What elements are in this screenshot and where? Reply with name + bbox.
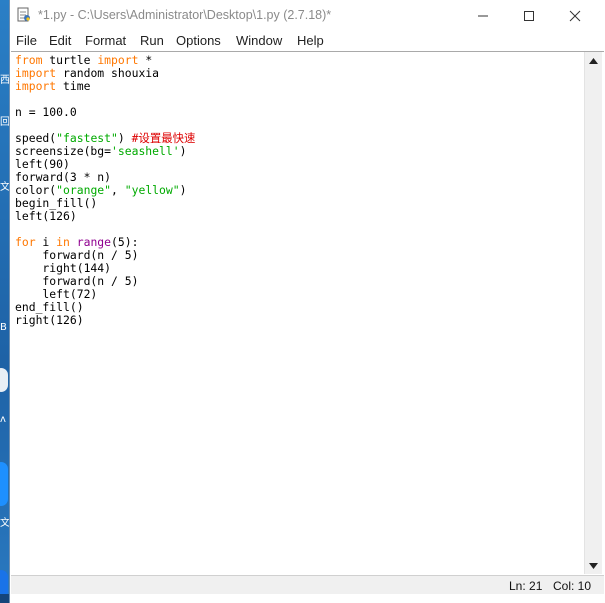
desktop-shortcut-icon[interactable] [0,462,8,506]
code-token: ) [179,183,187,197]
window-title: *1.py - C:\Users\Administrator\Desktop\1… [38,8,332,22]
code-token: import [15,79,57,93]
code-token: screensize(bg= [15,144,112,158]
vertical-scrollbar[interactable] [584,52,602,574]
desktop-icon-label: ʌ [0,414,6,425]
minimize-button[interactable] [460,0,506,31]
code-token: forward(n / 5) [15,274,139,288]
menu-edit[interactable]: Edit [49,33,71,48]
code-token: end_fill() [15,300,84,314]
line-number-indicator: Ln: 21 [509,579,543,593]
code-token: right(144) [15,261,112,275]
code-token: for [15,235,36,249]
menu-run[interactable]: Run [140,33,164,48]
code-token: in [56,235,70,249]
code-line: begin_fill() [15,197,583,210]
scroll-up-button[interactable] [585,52,602,69]
minimize-icon [478,15,488,16]
code-token: left(90) [15,157,70,171]
code-token: speed( [15,131,57,145]
arrow-down-icon [589,562,598,569]
code-token: import [15,66,57,80]
code-line: right(126) [15,314,583,327]
code-token: "fastest" [56,131,118,145]
code-token: begin_fill() [15,196,98,210]
code-token: "orange" [56,183,112,197]
code-line: n = 100.0 [15,106,583,119]
code-token: right(126) [15,313,84,327]
code-token: forward(n / 5) [15,248,139,262]
code-token: , [111,183,125,197]
editor-frame: from turtle import * import random shouxi… [11,51,604,575]
code-token: i [35,235,57,249]
code-line: color("orange", "yellow") [15,184,583,197]
close-button[interactable] [552,0,598,31]
code-line: import random shouxia [15,67,583,80]
code-line: end_fill() [15,301,583,314]
code-token: forward(3 * n) [15,170,112,184]
menu-format[interactable]: Format [85,33,126,48]
arrow-up-icon [589,57,598,64]
code-editor[interactable]: from turtle import * import random shouxi… [15,54,583,572]
menu-options[interactable]: Options [176,33,221,48]
code-token: left(126) [15,209,77,223]
code-line: forward(n / 5) [15,275,583,288]
code-token: left(72) [15,287,98,301]
desktop-shortcut-icon[interactable] [0,368,8,392]
status-bar: Ln: 21 Col: 10 [11,575,604,594]
code-token: n = 100.0 [15,105,77,119]
menu-file[interactable]: File [16,33,37,48]
code-token: range [76,235,112,249]
menu-bar: File Edit Format Run Options Window Help [10,31,605,51]
maximize-icon [524,10,534,21]
menu-window[interactable]: Window [236,33,282,48]
code-token: ) [117,131,132,145]
code-line: left(72) [15,288,583,301]
code-line: left(126) [15,210,583,223]
code-token: "yellow" [124,183,180,197]
code-token: ) [179,144,187,158]
code-token: time [56,79,91,93]
desktop-icon-label: B [0,322,7,333]
maximize-button[interactable] [506,0,552,31]
idle-python-file-icon [16,7,32,23]
column-number-indicator: Col: 10 [553,579,592,593]
close-icon [569,10,581,21]
code-line: import time [15,80,583,93]
title-bar[interactable]: *1.py - C:\Users\Administrator\Desktop\1… [10,0,605,31]
code-line: screensize(bg='seashell') [15,145,583,158]
code-token: random shouxia [56,66,160,80]
menu-help[interactable]: Help [297,33,324,48]
code-token: #设置最快速 [131,131,196,145]
code-token: 'seashell' [111,144,180,158]
scroll-down-button[interactable] [585,557,602,574]
code-token: (5): [111,235,139,249]
code-token: color( [15,183,57,197]
idle-editor-window: *1.py - C:\Users\Administrator\Desktop\1… [9,0,605,603]
